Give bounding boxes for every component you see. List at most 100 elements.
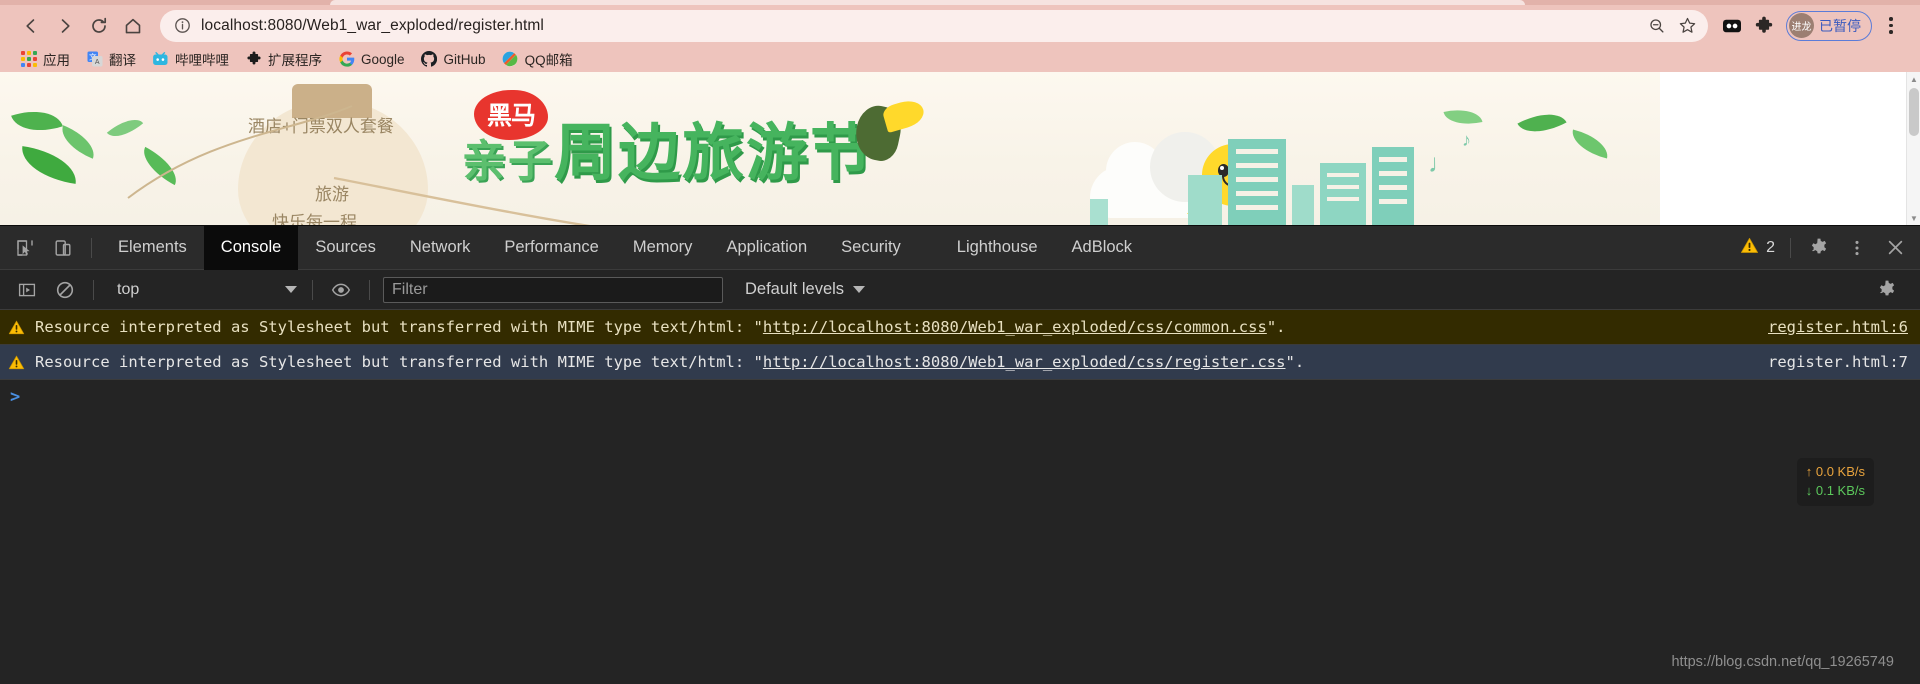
scrollbar-thumb[interactable]: [1909, 88, 1919, 136]
bookmark-label: Google: [361, 51, 405, 67]
bookmark-label: GitHub: [443, 51, 486, 67]
address-bar-url[interactable]: localhost:8080/Web1_war_exploded/registe…: [201, 17, 1642, 35]
profile-sync-pill[interactable]: 进龙 已暂停: [1786, 10, 1872, 41]
browser-toolbar: localhost:8080/Web1_war_exploded/registe…: [0, 5, 1920, 46]
leaf-decoration: [1568, 129, 1612, 159]
console-message-prefix: Resource interpreted as Stylesheet but t…: [35, 353, 763, 371]
tab-adblock[interactable]: AdBlock: [1055, 226, 1150, 270]
toolbar-divider: [93, 279, 94, 300]
tab-memory[interactable]: Memory: [616, 226, 710, 270]
github-icon: [421, 51, 438, 68]
console-message-text: Resource interpreted as Stylesheet but t…: [35, 353, 1748, 371]
console-message-url[interactable]: http://localhost:8080/Web1_war_exploded/…: [763, 353, 1286, 371]
bookmarks-bar: 应用 文A 翻译 哔哩哔哩 扩展程序 Google: [0, 46, 1920, 72]
qqmail-icon: [502, 51, 519, 68]
log-levels-select[interactable]: Default levels: [735, 277, 875, 303]
puzzle-extensions-icon[interactable]: [1748, 10, 1780, 42]
bookmark-extensions[interactable]: 扩展程序: [237, 47, 330, 71]
forward-arrow-icon[interactable]: [48, 9, 82, 43]
warning-triangle-icon: [8, 319, 25, 336]
home-icon[interactable]: [116, 9, 150, 43]
svg-text:A: A: [94, 59, 99, 66]
console-message-suffix: ".: [1266, 318, 1286, 336]
console-message-text: Resource interpreted as Stylesheet but t…: [35, 318, 1748, 336]
console-filter-input[interactable]: [383, 276, 723, 303]
gear-icon[interactable]: [1802, 231, 1836, 265]
inspect-element-icon[interactable]: [8, 231, 42, 265]
leaf-decoration: [18, 146, 80, 184]
console-prompt[interactable]: >: [0, 380, 1920, 414]
page-scrollbar[interactable]: ▲ ▼: [1906, 72, 1920, 225]
chevron-down-icon: [853, 286, 866, 293]
prompt-chevron-icon: >: [10, 387, 21, 407]
bird-beak-icon: [881, 96, 927, 134]
back-arrow-icon[interactable]: [14, 9, 48, 43]
google-translate-icon: 文A: [86, 51, 103, 68]
console-message-row[interactable]: Resource interpreted as Stylesheet but t…: [0, 345, 1920, 380]
building-shape: [1228, 139, 1286, 225]
bookmark-label: 哔哩哔哩: [175, 53, 229, 68]
warning-count-label: 2: [1766, 238, 1775, 256]
bilibili-icon: [152, 51, 169, 68]
console-message-url[interactable]: http://localhost:8080/Web1_war_exploded/…: [763, 318, 1267, 336]
page-viewport: 酒店+门票双人套餐 旅游 快乐每一程 黑马 亲子 周边旅游节 ♩ ♪ ▲ ▼: [0, 72, 1920, 225]
tab-lighthouse[interactable]: Lighthouse: [940, 226, 1055, 270]
apps-grid-icon: [20, 51, 37, 68]
bookmark-translate[interactable]: 文A 翻译: [78, 47, 144, 71]
kebab-menu-icon[interactable]: [1840, 231, 1874, 265]
toolbar-divider: [1790, 237, 1791, 258]
music-note-icon: ♩: [1428, 148, 1454, 178]
execution-context-label: top: [117, 280, 140, 298]
bookmark-apps[interactable]: 应用: [12, 47, 78, 71]
vine-decoration: [127, 105, 353, 199]
bookmark-google[interactable]: Google: [330, 47, 413, 71]
toolbar-divider: [91, 237, 92, 258]
console-message-row[interactable]: Resource interpreted as Stylesheet but t…: [0, 310, 1920, 345]
sync-paused-label: 已暂停: [1819, 17, 1861, 34]
execution-context-select[interactable]: top: [107, 277, 303, 303]
watermark-label: https://blog.csdn.net/qq_19265749: [1671, 654, 1894, 670]
bookmark-star-icon[interactable]: [1672, 11, 1702, 41]
console-sidebar-icon[interactable]: [10, 273, 44, 307]
download-speed-label: ↓ 0.1 KB/s: [1805, 482, 1865, 498]
console-settings-gear-icon[interactable]: [1870, 273, 1904, 307]
bookmark-label: 应用: [43, 53, 70, 68]
music-note-icon: ♪: [1462, 130, 1471, 150]
tab-elements[interactable]: Elements: [101, 226, 204, 270]
leaf-decoration: [1443, 104, 1483, 130]
leaf-decoration: [11, 101, 63, 141]
leaf-decoration: [1517, 102, 1567, 144]
browser-chrome: localhost:8080/Web1_war_exploded/registe…: [0, 0, 1920, 72]
clear-console-icon[interactable]: [48, 273, 82, 307]
device-toolbar-icon[interactable]: [46, 231, 80, 265]
console-message-source-link[interactable]: register.html:6: [1768, 318, 1908, 336]
log-levels-label: Default levels: [745, 280, 845, 298]
bookmark-bilibili[interactable]: 哔哩哔哩: [144, 47, 237, 71]
console-message-list[interactable]: Resource interpreted as Stylesheet but t…: [0, 310, 1920, 684]
scroll-down-arrow-icon[interactable]: ▼: [1907, 211, 1920, 225]
tab-performance[interactable]: Performance: [487, 226, 615, 270]
warning-count-badge[interactable]: 2: [1734, 236, 1781, 260]
tab-network[interactable]: Network: [393, 226, 488, 270]
tab-application[interactable]: Application: [709, 226, 824, 270]
console-message-source-link[interactable]: register.html:7: [1768, 353, 1908, 371]
reload-icon[interactable]: [82, 9, 116, 43]
bookmark-github[interactable]: GitHub: [413, 47, 494, 71]
banner-title-prefix: 亲子: [462, 136, 554, 187]
live-expression-eye-icon[interactable]: [324, 273, 358, 307]
tab-sources[interactable]: Sources: [298, 226, 393, 270]
address-bar[interactable]: localhost:8080/Web1_war_exploded/registe…: [160, 9, 1708, 42]
adblock-extension-icon[interactable]: [1716, 10, 1748, 42]
promo-banner[interactable]: 酒店+门票双人套餐 旅游 快乐每一程 黑马 亲子 周边旅游节 ♩ ♪: [0, 72, 1660, 225]
zoom-out-icon[interactable]: [1642, 11, 1672, 41]
warning-triangle-icon: [8, 354, 25, 371]
bookmark-label: 翻译: [109, 53, 136, 68]
info-circle-icon[interactable]: [174, 17, 191, 34]
scroll-up-arrow-icon[interactable]: ▲: [1907, 72, 1920, 86]
tab-security[interactable]: Security: [824, 226, 918, 270]
close-icon[interactable]: [1878, 231, 1912, 265]
bookmark-qqmail[interactable]: QQ邮箱: [494, 47, 581, 71]
leaf-decoration: [55, 125, 101, 159]
tab-console[interactable]: Console: [203, 225, 299, 270]
chrome-menu-icon[interactable]: [1876, 10, 1906, 42]
